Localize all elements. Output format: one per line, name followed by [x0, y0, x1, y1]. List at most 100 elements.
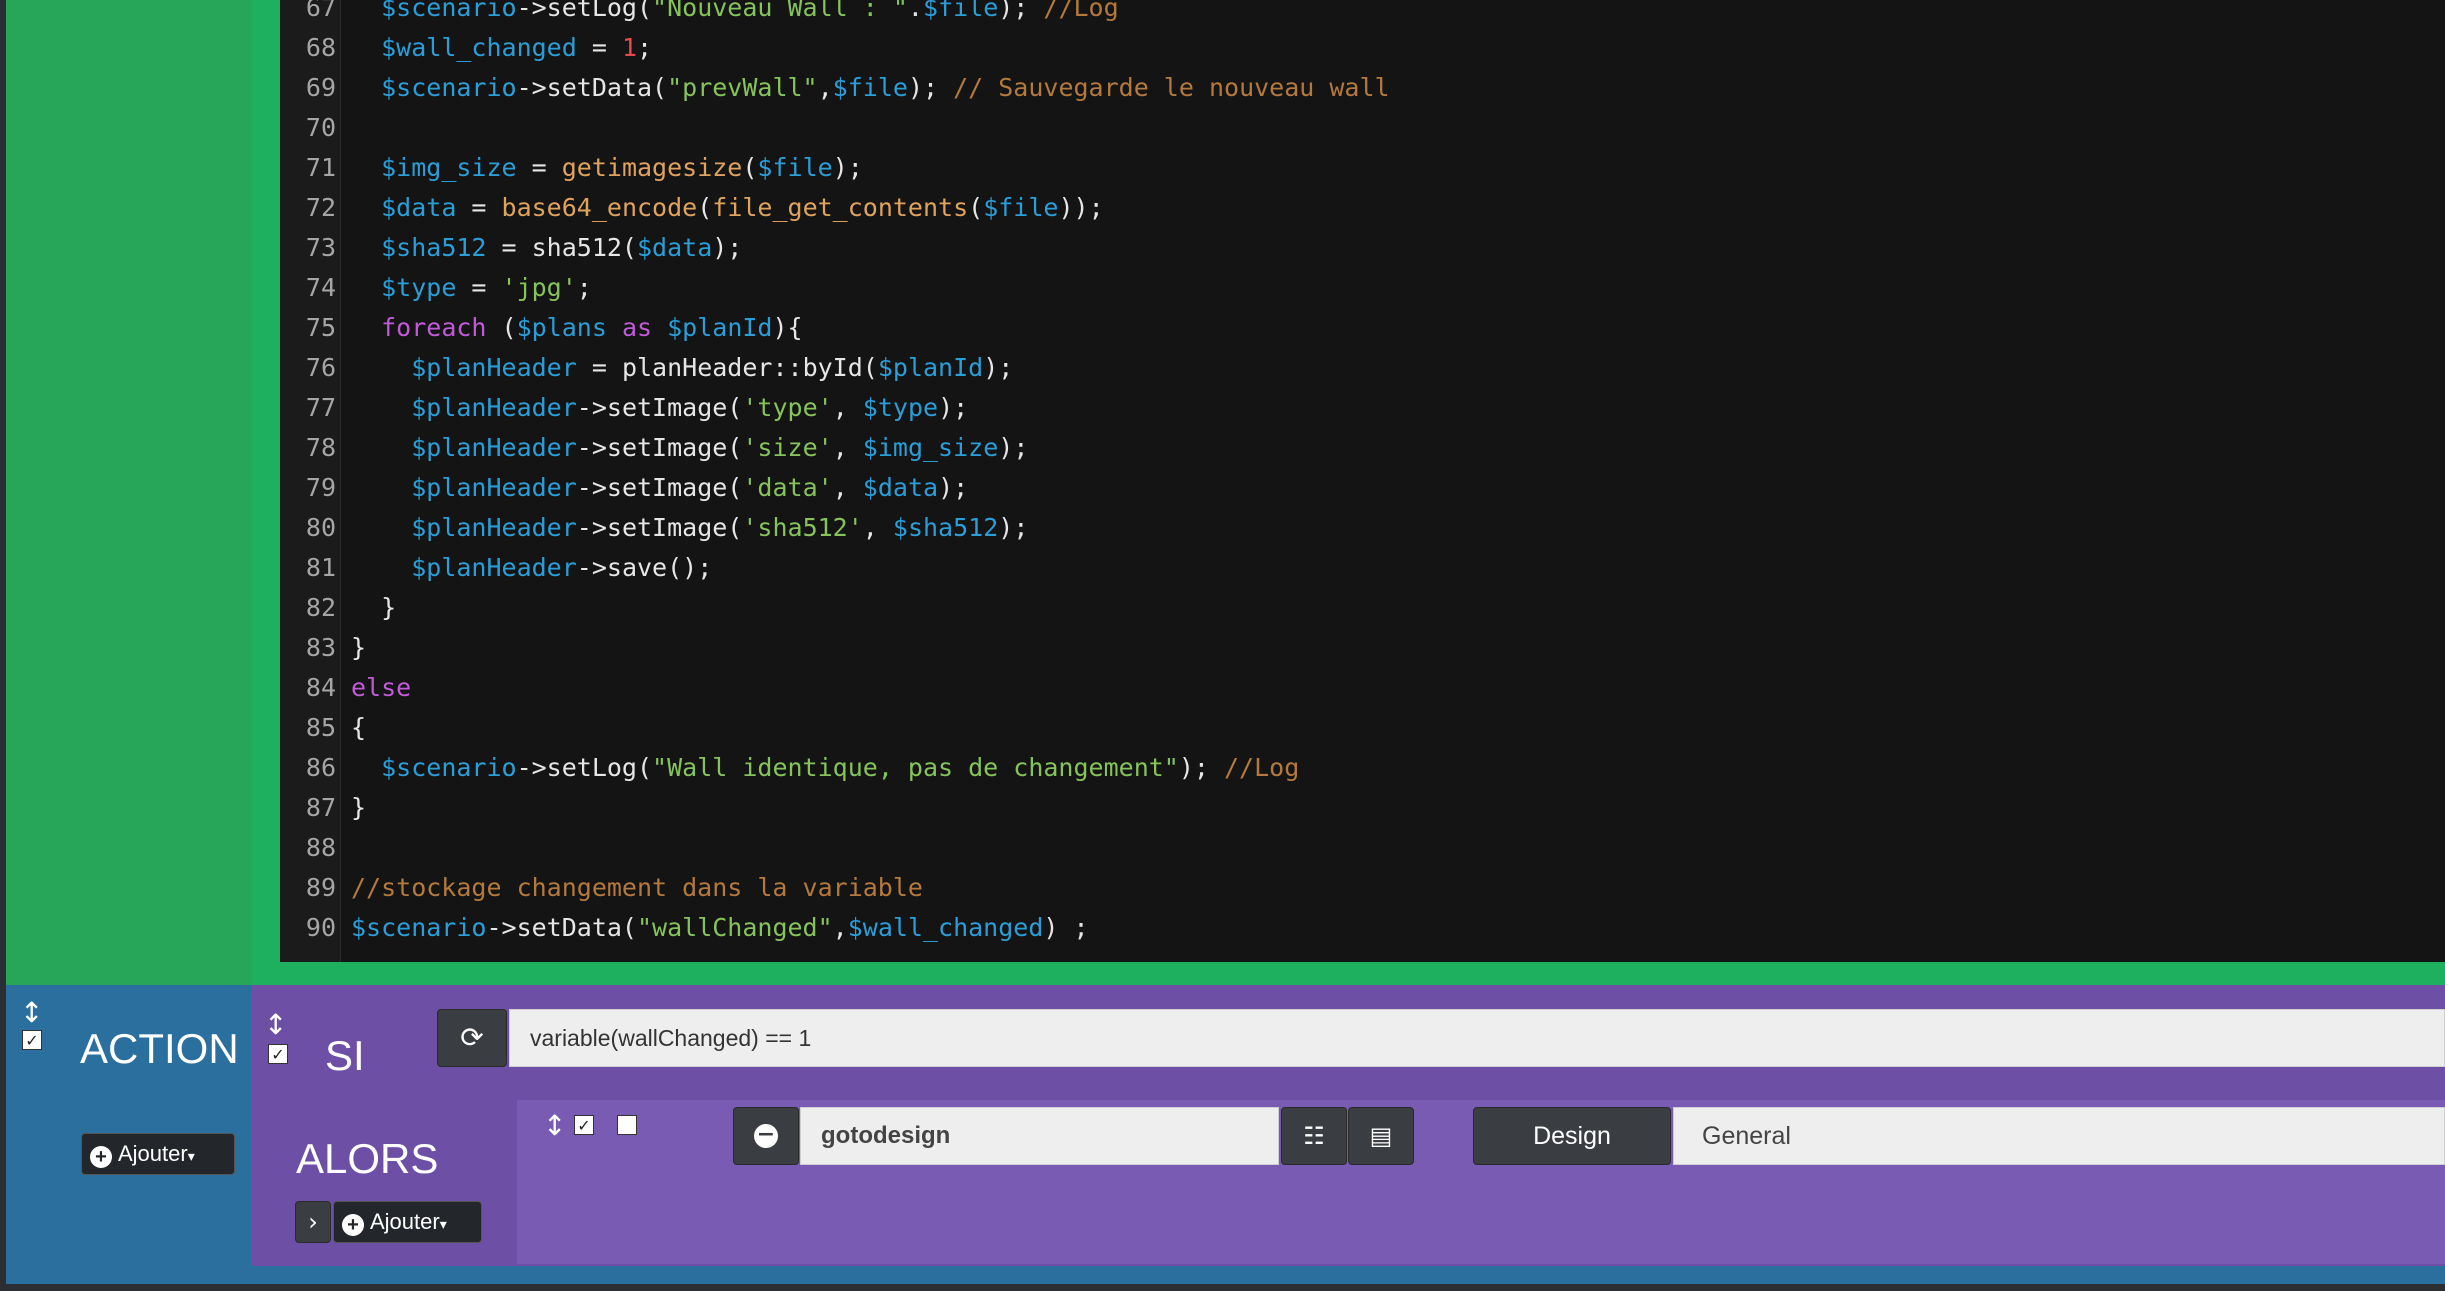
code-content[interactable]: 67 $scenario->setLog("Nouveau Wall : ".$… [280, 0, 2445, 948]
line-number: 76 [305, 353, 336, 382]
code-text: $sha512 = sha512($data); [381, 233, 743, 262]
code-text: foreach ($plans as $planId){ [381, 313, 803, 342]
line-number: 82 [305, 593, 336, 622]
code-text: } [351, 633, 367, 662]
chevron-right-icon: › [308, 1208, 318, 1236]
code-text: $scenario->setLog("Nouveau Wall : ".$fil… [381, 0, 1119, 22]
list-check-icon: ☷ [1303, 1122, 1325, 1150]
code-text: $planHeader->save(); [411, 553, 713, 582]
code-line[interactable]: 72 $data = base64_encode(file_get_conten… [280, 188, 2445, 228]
code-line[interactable]: 75 foreach ($plans as $planId){ [280, 308, 2445, 348]
code-line[interactable]: 88 [280, 828, 2445, 868]
alors-parallel-checkbox[interactable] [617, 1115, 637, 1135]
alors-enable-checkbox[interactable]: ✓ [574, 1115, 594, 1135]
code-line[interactable]: 77 $planHeader->setImage('type', $type); [280, 388, 2445, 428]
line-number: 73 [305, 233, 336, 262]
code-line[interactable]: 76 $planHeader = planHeader::byId($planI… [280, 348, 2445, 388]
code-text: //stockage changement dans la variable [351, 873, 923, 902]
command-detail-button[interactable]: ▤ [1348, 1107, 1414, 1165]
si-enable-checkbox[interactable]: ✓ [268, 1044, 288, 1064]
alors-title: ALORS [296, 1135, 439, 1182]
code-line[interactable]: 68 $wall_changed = 1; [280, 28, 2445, 68]
code-line[interactable]: 82 } [280, 588, 2445, 628]
design-label: Design [1473, 1107, 1671, 1165]
caret-down-icon: ▾ [187, 1148, 195, 1164]
action-add-button[interactable]: + Ajouter▾ [81, 1133, 235, 1175]
code-line[interactable]: 81 $planHeader->save(); [280, 548, 2445, 588]
plus-circle-icon: + [342, 1214, 364, 1236]
code-line[interactable]: 89 //stockage changement dans la variable [280, 868, 2445, 908]
action-add-label: Ajouter [118, 1141, 188, 1166]
si-title: SI [325, 1032, 365, 1079]
refresh-button[interactable]: ⟳ [437, 1009, 507, 1067]
expand-button[interactable]: › [295, 1201, 331, 1243]
code-text: $img_size = getimagesize($file); [381, 153, 863, 182]
code-text: $planHeader->setImage('type', $type); [411, 393, 969, 422]
code-text: $wall_changed = 1; [381, 33, 653, 62]
code-text: else [351, 673, 412, 702]
code-block-side [6, 0, 251, 985]
code-text: } [351, 793, 367, 822]
line-number: 72 [305, 193, 336, 222]
alors-add-label: Ajouter [370, 1209, 440, 1234]
alors-add-button[interactable]: + Ajouter▾ [333, 1201, 482, 1243]
code-block-border [251, 0, 280, 985]
code-line[interactable]: 73 $sha512 = sha512($data); [280, 228, 2445, 268]
line-number: 84 [305, 673, 336, 702]
code-text: $planHeader = planHeader::byId($planId); [411, 353, 1014, 382]
minus-circle-icon: − [754, 1124, 778, 1148]
alors-action-area: ↕ ✓ − gotodesign ☷ ▤ Design General [517, 1100, 2445, 1264]
code-line[interactable]: 87} [280, 788, 2445, 828]
code-text: $type = 'jpg'; [381, 273, 592, 302]
line-number: 89 [305, 873, 336, 902]
condition-input[interactable]: variable(wallChanged) == 1 [509, 1009, 2445, 1067]
code-text: $planHeader->setImage('size', $img_size)… [411, 433, 1029, 462]
code-text: } [351, 593, 397, 622]
remove-action-button[interactable]: − [733, 1107, 799, 1165]
code-text: $planHeader->setImage('sha512', $sha512)… [411, 513, 1029, 542]
action-title: ACTION [80, 1025, 239, 1072]
line-number: 88 [305, 833, 336, 862]
code-line[interactable]: 71 $img_size = getimagesize($file); [280, 148, 2445, 188]
line-number: 68 [305, 33, 336, 62]
move-vertical-icon[interactable]: ↕ [543, 1112, 566, 1140]
code-line[interactable]: 74 $type = 'jpg'; [280, 268, 2445, 308]
code-line[interactable]: 83} [280, 628, 2445, 668]
line-number: 87 [305, 793, 336, 822]
line-number: 67 [305, 0, 336, 22]
code-text: $data = base64_encode(file_get_contents(… [381, 193, 1104, 222]
code-line[interactable]: 79 $planHeader->setImage('data', $data); [280, 468, 2445, 508]
line-number: 85 [305, 713, 336, 742]
code-line[interactable]: 84 else [280, 668, 2445, 708]
line-number: 78 [305, 433, 336, 462]
line-number: 77 [305, 393, 336, 422]
list-icon: ▤ [1369, 1122, 1393, 1150]
move-vertical-icon[interactable]: ↕ [264, 1011, 287, 1039]
code-line[interactable]: 85 { [280, 708, 2445, 748]
code-editor[interactable]: 67 $scenario->setLog("Nouveau Wall : ".$… [280, 0, 2445, 962]
action-command-input[interactable]: gotodesign [800, 1107, 1279, 1165]
code-text: $scenario->setData("prevWall",$file); //… [381, 73, 1390, 102]
refresh-icon: ⟳ [460, 1021, 484, 1054]
line-number: 90 [305, 913, 336, 942]
design-select[interactable]: General [1673, 1107, 2445, 1165]
line-number: 79 [305, 473, 336, 502]
code-line[interactable]: 70 [280, 108, 2445, 148]
code-line[interactable]: 67 $scenario->setLog("Nouveau Wall : ".$… [280, 0, 2445, 28]
line-number: 70 [305, 113, 336, 142]
code-block-footer [251, 962, 2445, 985]
move-vertical-icon[interactable]: ↕ [20, 999, 43, 1027]
action-enable-checkbox[interactable]: ✓ [22, 1030, 42, 1050]
code-line[interactable]: 80 $planHeader->setImage('sha512', $sha5… [280, 508, 2445, 548]
code-line[interactable]: 69 $scenario->setData("prevWall",$file);… [280, 68, 2445, 108]
action-block: ↕ ✓ ACTION + Ajouter▾ [6, 985, 251, 1291]
code-line[interactable]: 78 $planHeader->setImage('size', $img_si… [280, 428, 2445, 468]
code-line[interactable]: 86 $scenario->setLog("Wall identique, pa… [280, 748, 2445, 788]
caret-down-icon: ▾ [439, 1216, 447, 1232]
line-number: 74 [305, 273, 336, 302]
line-number: 69 [305, 73, 336, 102]
code-line[interactable]: 90 $scenario->setData("wallChanged",$wall… [280, 908, 2445, 948]
code-text: { [351, 713, 367, 742]
select-command-button[interactable]: ☷ [1281, 1107, 1347, 1165]
line-number: 86 [305, 753, 336, 782]
